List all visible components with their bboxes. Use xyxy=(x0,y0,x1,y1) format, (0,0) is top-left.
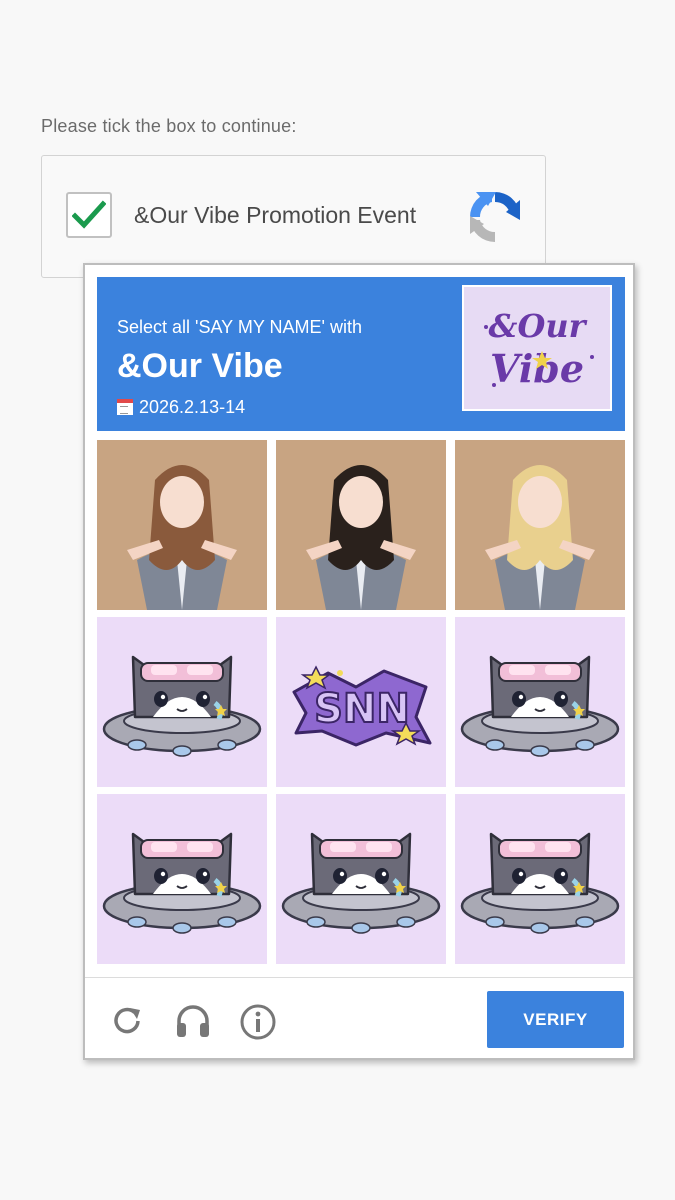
captcha-popup: Select all 'SAY MY NAME' with &Our Vibe … xyxy=(83,263,635,1060)
grid-tile-cat-ufo[interactable] xyxy=(455,794,625,964)
grid-tile-cat-ufo[interactable] xyxy=(97,794,267,964)
grid-tile-photo[interactable] xyxy=(97,440,267,610)
challenge-header: Select all 'SAY MY NAME' with &Our Vibe … xyxy=(97,277,625,431)
checkbox-label: &Our Vibe Promotion Event xyxy=(134,202,417,228)
grid-tile-snn-logo[interactable]: SNN xyxy=(276,617,446,787)
footer-divider xyxy=(85,977,633,978)
calendar-icon xyxy=(117,399,133,415)
challenge-instruction: Select all 'SAY MY NAME' with xyxy=(117,317,362,337)
tick-checkbox[interactable] xyxy=(66,192,112,238)
challenge-title: &Our Vibe xyxy=(117,347,283,385)
svg-text:SNN: SNN xyxy=(314,686,410,732)
logo-text-our: &Our xyxy=(489,307,588,345)
image-grid: SNN xyxy=(97,440,627,970)
info-icon[interactable] xyxy=(239,1003,277,1046)
grid-tile-photo[interactable] xyxy=(276,440,446,610)
grid-tile-cat-ufo[interactable] xyxy=(276,794,446,964)
checkmark-icon xyxy=(72,200,106,229)
grid-tile-photo[interactable] xyxy=(455,440,625,610)
grid-tile-cat-ufo[interactable] xyxy=(455,617,625,787)
checkbox-card: &Our Vibe Promotion Event xyxy=(41,155,546,278)
grid-tile-cat-ufo[interactable] xyxy=(97,617,267,787)
verify-button[interactable]: VERIFY xyxy=(487,991,624,1048)
headphones-icon[interactable] xyxy=(174,1003,212,1044)
date-text: 2026.2.13-14 xyxy=(139,397,246,417)
prompt-text: Please tick the box to continue: xyxy=(41,116,297,136)
logo-text-vibe: Vibe xyxy=(490,346,584,391)
challenge-date: 2026.2.13-14 xyxy=(117,397,245,418)
refresh-icon[interactable] xyxy=(109,1003,145,1044)
our-vibe-logo-image: &Our Vibe xyxy=(462,285,612,411)
recaptcha-logo-icon xyxy=(462,184,528,255)
